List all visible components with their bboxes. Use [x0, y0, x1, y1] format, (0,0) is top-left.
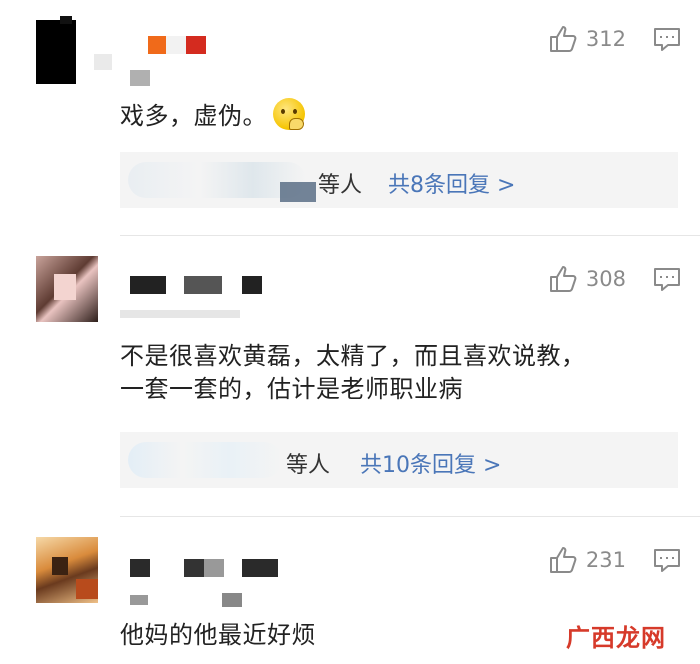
reply-button[interactable] — [652, 545, 682, 575]
watermark-logo: 广西龙网 — [566, 624, 666, 652]
like-button[interactable]: 312 — [548, 24, 626, 54]
reply-count-link[interactable]: 共10条回复 > — [360, 447, 501, 479]
reply-button[interactable] — [652, 24, 682, 54]
reply-users: 等人 — [286, 453, 331, 478]
username-redacted[interactable] — [120, 555, 290, 609]
thumbs-up-icon — [549, 547, 577, 573]
comment-icon — [654, 549, 680, 572]
comment-icon — [654, 28, 680, 51]
username-redacted[interactable] — [92, 32, 212, 92]
avatar[interactable] — [36, 537, 98, 607]
comment-text: 他妈的他最近好烦 — [120, 621, 316, 649]
avatar[interactable] — [36, 14, 98, 84]
reply-button[interactable] — [652, 264, 682, 294]
thinking-emoji-icon — [273, 98, 305, 130]
like-count: 308 — [585, 267, 626, 291]
avatar[interactable] — [36, 256, 98, 326]
reply-count-link[interactable]: 共8条回复 > — [388, 167, 515, 199]
thumbs-up-icon — [549, 26, 577, 52]
reply-users: 等人 — [318, 173, 363, 198]
like-button[interactable]: 308 — [548, 264, 626, 294]
reply-avatars-redacted — [128, 442, 282, 478]
comment-2: 308 不是很喜欢黄磊，太精了，而且喜欢说教， 一套一套的，估计是老师职业病 等… — [0, 236, 700, 516]
like-count: 312 — [585, 27, 626, 51]
like-button[interactable]: 231 — [548, 545, 626, 575]
replies-preview[interactable]: 等人 共8条回复 > — [120, 152, 678, 208]
replies-preview[interactable]: 等人 共10条回复 > — [120, 432, 678, 488]
thumbs-up-icon — [549, 266, 577, 292]
comment-text: 戏多，虚伪。 — [120, 98, 305, 133]
like-count: 231 — [585, 548, 626, 572]
comment-text: 不是很喜欢黄磊，太精了，而且喜欢说教， 一套一套的，估计是老师职业病 — [120, 342, 586, 403]
comment-1: 312 戏多，虚伪。 等人 共8条回复 > — [0, 0, 700, 235]
username-redacted[interactable] — [120, 272, 270, 332]
comment-icon — [654, 268, 680, 291]
